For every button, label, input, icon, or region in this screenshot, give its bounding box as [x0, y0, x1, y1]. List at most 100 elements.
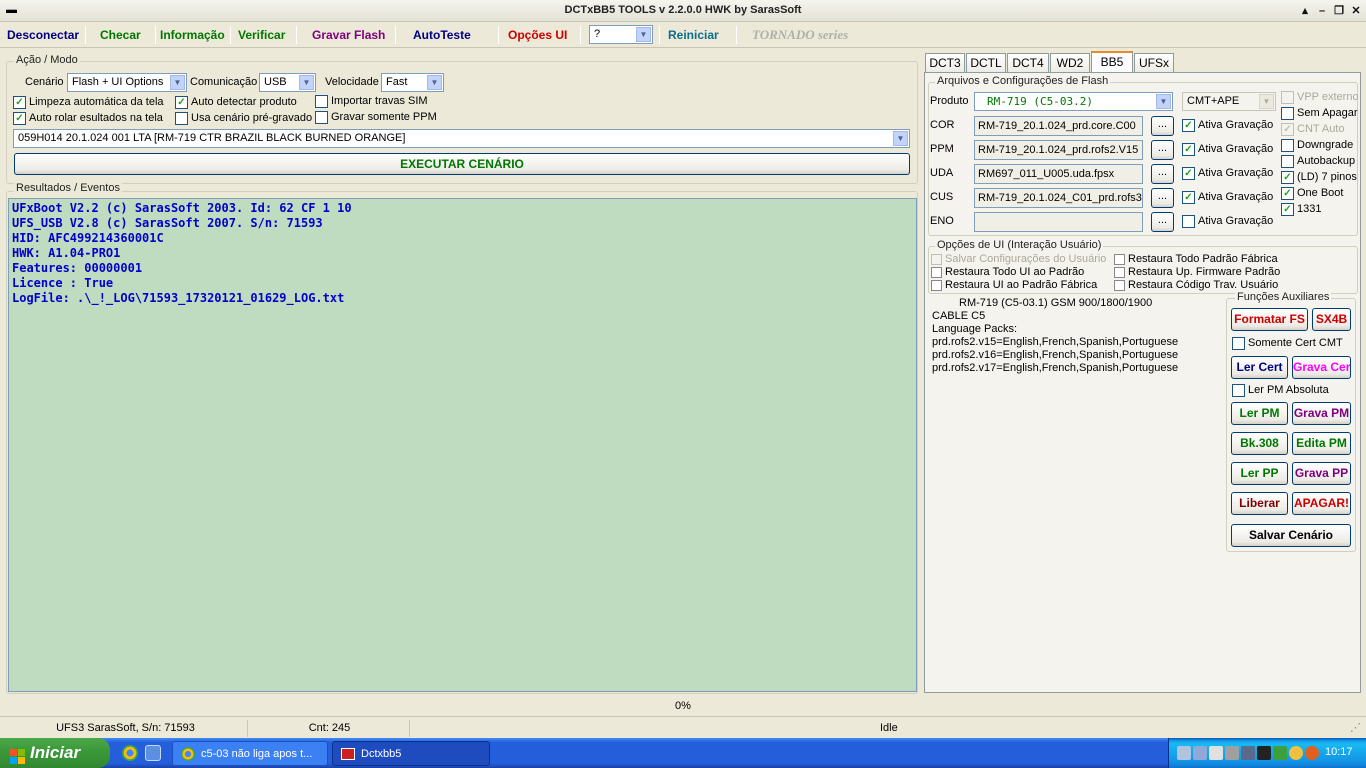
check-button[interactable]: Checar — [100, 26, 141, 44]
write-pp-button[interactable]: Grava PP — [1292, 462, 1351, 485]
autotest-button[interactable]: AutoTeste — [413, 26, 471, 44]
tab-wd2[interactable]: WD2 — [1050, 53, 1090, 72]
ativa-cus-checkbox[interactable]: ✓ — [1182, 191, 1195, 204]
network-icon[interactable] — [1177, 746, 1191, 760]
save-user-config-checkbox[interactable] — [931, 254, 942, 265]
restore-all-ui-checkbox[interactable] — [931, 267, 942, 278]
opt-1331-checkbox[interactable]: ✓ — [1281, 203, 1294, 216]
resize-grip-icon[interactable]: ⋰ — [1350, 720, 1364, 737]
ativa-eno-checkbox[interactable] — [1182, 215, 1195, 228]
verify-button[interactable]: Verificar — [238, 26, 285, 44]
restart-button[interactable]: Reiniciar — [668, 26, 719, 44]
restore-ui-factory-checkbox[interactable] — [931, 280, 942, 291]
write-pm-button[interactable]: Grava PM — [1292, 402, 1351, 425]
read-cert-button[interactable]: Ler Cert — [1231, 356, 1288, 379]
tab-bb5[interactable]: BB5 — [1091, 51, 1133, 73]
log-line: UFxBoot V2.2 (c) SarasSoft 2003. Id: 62 … — [12, 201, 352, 215]
product-select[interactable]: RM-719 (C5-03.2) ▼ — [974, 92, 1173, 111]
auto-scroll-checkbox[interactable]: ✓ — [13, 112, 26, 125]
auto-detect-checkbox[interactable]: ✓ — [175, 96, 188, 109]
ie-quicklaunch-icon[interactable] — [145, 745, 161, 761]
restore-firmware-checkbox[interactable] — [1114, 267, 1125, 278]
file-field-eno[interactable] — [974, 212, 1143, 232]
edit-pm-button[interactable]: Edita PM — [1292, 432, 1351, 455]
tab-dctl[interactable]: DCTL — [966, 53, 1006, 72]
tray-update-icon[interactable] — [1305, 746, 1319, 760]
minimize-icon[interactable]: – — [1314, 3, 1330, 19]
browse-cus-button[interactable]: ... — [1151, 188, 1174, 208]
tray-media-icon[interactable] — [1257, 746, 1271, 760]
format-fs-button[interactable]: Formatar FS — [1231, 308, 1308, 331]
sx4b-button[interactable]: SX4B — [1312, 308, 1351, 331]
start-button[interactable]: Iniciar — [0, 738, 110, 768]
read-pm-button[interactable]: Ler PM — [1231, 402, 1288, 425]
tray-security-icon[interactable] — [1273, 746, 1287, 760]
toolbar-selector[interactable]: ? ▼ — [589, 25, 653, 44]
results-log[interactable]: UFxBoot V2.2 (c) SarasSoft 2003. Id: 62 … — [8, 198, 917, 692]
display-icon[interactable] — [1193, 746, 1207, 760]
taskbar-task-dctxbb5[interactable]: Dctxbb5 — [332, 741, 490, 766]
write-cert-button[interactable]: Grava Cert — [1292, 356, 1351, 379]
close-icon[interactable]: ✕ — [1348, 3, 1364, 19]
browse-eno-button[interactable]: ... — [1151, 212, 1174, 232]
file-field-cor[interactable]: RM-719_20.1.024_prd.core.C00 — [974, 116, 1143, 136]
ld-7pin-checkbox[interactable]: ✓ — [1281, 171, 1294, 184]
downgrade-checkbox[interactable] — [1281, 139, 1294, 152]
disconnect-button[interactable]: Desconectar — [7, 26, 79, 44]
prerecorded-checkbox[interactable] — [175, 112, 188, 125]
tab-dct3[interactable]: DCT3 — [925, 53, 965, 72]
file-field-ppm[interactable]: RM-719_20.1.024_prd.rofs2.V15 — [974, 140, 1143, 160]
product-info-line: CABLE C5 — [932, 310, 986, 322]
tray-app-icon[interactable] — [1241, 746, 1255, 760]
tray-chat-icon[interactable] — [1289, 746, 1303, 760]
ativa-cor-label: Ativa Gravação — [1198, 119, 1274, 131]
ui-options-button[interactable]: Opções UI — [508, 26, 567, 44]
browse-uda-button[interactable]: ... — [1151, 164, 1174, 184]
flash-mode-select[interactable]: CMT+APE ▼ — [1182, 92, 1276, 111]
file-field-uda[interactable]: RM697_011_U005.uda.fpsx — [974, 164, 1143, 184]
auto-clear-checkbox[interactable]: ✓ — [13, 96, 26, 109]
autobackup-checkbox[interactable] — [1281, 155, 1294, 168]
release-button[interactable]: Liberar — [1231, 492, 1288, 515]
tab-ufsx[interactable]: UFSx — [1134, 53, 1174, 72]
product-code-select[interactable]: 059H014 20.1.024 001 LTA [RM-719 CTR BRA… — [13, 129, 910, 148]
restore-user-lock-checkbox[interactable] — [1114, 280, 1125, 291]
no-erase-checkbox[interactable] — [1281, 107, 1294, 120]
bk308-button[interactable]: Bk.308 — [1231, 432, 1288, 455]
browse-cor-button[interactable]: ... — [1151, 116, 1174, 136]
vpp-external-checkbox[interactable] — [1281, 91, 1294, 104]
comm-select[interactable]: USB ▼ — [259, 73, 316, 92]
write-flash-button[interactable]: Gravar Flash — [312, 26, 385, 44]
ppm-only-checkbox[interactable] — [315, 111, 328, 124]
volume-icon[interactable] — [1225, 746, 1239, 760]
pm-absolute-checkbox[interactable] — [1232, 384, 1245, 397]
clock[interactable]: 10:17 — [1325, 746, 1353, 758]
file-field-cus[interactable]: RM-719_20.1.024_C01_prd.rofs3. — [974, 188, 1143, 208]
log-line: UFS_USB V2.8 (c) SarasSoft 2007. S/n: 71… — [12, 216, 323, 230]
execute-scenario-button[interactable]: EXECUTAR CENÁRIO — [14, 153, 910, 175]
ativa-uda-checkbox[interactable]: ✓ — [1182, 167, 1195, 180]
import-sim-checkbox[interactable] — [315, 95, 328, 108]
restore-all-factory-checkbox[interactable] — [1114, 254, 1125, 265]
info-button[interactable]: Informação — [160, 26, 225, 44]
browse-ppm-button[interactable]: ... — [1151, 140, 1174, 160]
log-line: HWK: A1.04-PRO1 — [12, 246, 121, 260]
save-scenario-button[interactable]: Salvar Cenário — [1231, 524, 1351, 547]
chrome-quicklaunch-icon[interactable] — [122, 745, 138, 761]
restore-icon[interactable]: ❐ — [1331, 3, 1347, 19]
cnt-auto-checkbox[interactable]: ✓ — [1281, 123, 1294, 136]
erase-button[interactable]: APAGAR! — [1292, 492, 1351, 515]
speed-select[interactable]: Fast ▼ — [381, 73, 444, 92]
tab-dct4[interactable]: DCT4 — [1007, 53, 1049, 72]
scroll-up-icon[interactable]: ▴ — [1297, 3, 1313, 19]
status-count: Cnt: 245 — [250, 720, 410, 737]
read-pp-button[interactable]: Ler PP — [1231, 462, 1288, 485]
only-cert-cmt-checkbox[interactable] — [1232, 337, 1245, 350]
ativa-ppm-checkbox[interactable]: ✓ — [1182, 143, 1195, 156]
taskbar-task-browser[interactable]: c5-03 não liga apos t... — [172, 741, 328, 766]
pm-absolute-label: Ler PM Absoluta — [1248, 384, 1329, 396]
ativa-cor-checkbox[interactable]: ✓ — [1182, 119, 1195, 132]
one-boot-checkbox[interactable]: ✓ — [1281, 187, 1294, 200]
scenario-select[interactable]: Flash + UI Options ▼ — [67, 73, 187, 92]
safely-remove-icon[interactable] — [1209, 746, 1223, 760]
